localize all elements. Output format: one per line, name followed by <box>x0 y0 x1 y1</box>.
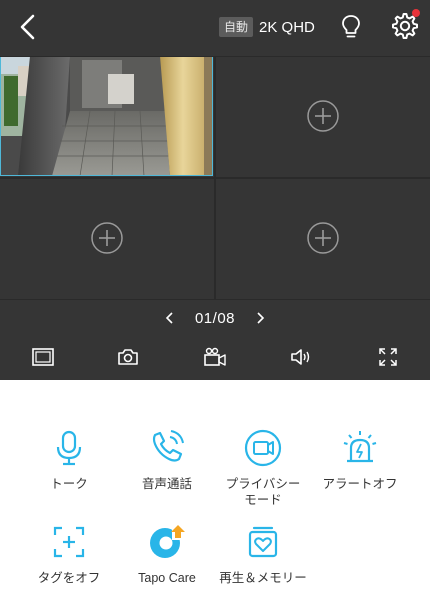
camera-snapshot <box>0 56 213 176</box>
fullscreen-icon <box>379 348 397 366</box>
add-camera-icon[interactable] <box>307 100 339 132</box>
quality-mode-badge: 自動 <box>219 17 254 37</box>
microphone-icon <box>56 430 82 466</box>
voice-call-label: 音声通話 <box>141 477 192 491</box>
camera-slot-4 <box>216 179 430 300</box>
fullscreen-button[interactable] <box>374 343 402 371</box>
live-toolbar <box>0 343 430 371</box>
memories-heart-icon <box>248 526 278 558</box>
tapo-care-icon <box>150 525 186 558</box>
siren-icon <box>343 431 377 463</box>
video-record-icon <box>204 347 226 366</box>
back-button[interactable] <box>14 12 42 42</box>
playback-memories-label: 再生＆メモリー <box>219 571 307 585</box>
page-navigator: 01/08 <box>0 307 430 329</box>
camera-slot-3 <box>0 179 214 300</box>
add-camera-icon[interactable] <box>307 222 339 254</box>
quality-label: 2K QHD <box>259 18 315 36</box>
talk-label: トーク <box>50 477 88 491</box>
quality-selector[interactable]: 自動 2K QHD <box>219 15 315 39</box>
camera-grid <box>0 56 430 300</box>
volume-button[interactable] <box>288 343 316 371</box>
divider <box>0 299 430 300</box>
camera-slot-2 <box>216 56 430 177</box>
notification-dot <box>412 9 420 17</box>
camera-feed-1[interactable] <box>0 56 213 176</box>
privacy-camera-icon <box>244 429 282 467</box>
single-view-icon <box>32 348 54 366</box>
add-camera-icon[interactable] <box>91 222 123 254</box>
playback-memories-button[interactable]: 再生＆メモリー <box>213 522 313 586</box>
snapshot-button[interactable] <box>114 343 142 371</box>
light-button[interactable] <box>338 13 364 41</box>
tapo-care-label: Tapo Care <box>138 571 196 585</box>
voice-call-button[interactable]: 音声通話 <box>117 428 217 492</box>
chevron-left-icon <box>165 312 173 324</box>
page-indicator: 01/08 <box>194 309 236 327</box>
chevron-right-icon <box>257 312 265 324</box>
speaker-icon <box>291 349 310 365</box>
alarm-off-label: アラートオフ <box>322 477 398 491</box>
camera-icon <box>118 349 138 365</box>
tag-off-label: タグをオフ <box>37 571 101 585</box>
privacy-mode-button[interactable]: プライバシー モード <box>213 428 313 508</box>
record-button[interactable] <box>201 343 229 371</box>
tag-off-button[interactable]: タグをオフ <box>19 522 119 586</box>
top-bar: 自動 2K QHD <box>0 0 430 56</box>
target-frame-icon <box>53 526 85 558</box>
alarm-off-button[interactable]: アラートオフ <box>310 428 410 492</box>
prev-page-button[interactable] <box>159 307 181 329</box>
next-page-button[interactable] <box>249 307 271 329</box>
chevron-left-icon <box>20 14 35 40</box>
layout-button[interactable] <box>29 343 57 371</box>
phone-call-icon <box>152 430 184 462</box>
divider <box>0 177 430 179</box>
tapo-care-button[interactable]: Tapo Care <box>117 522 217 586</box>
privacy-mode-label: プライバシー モード <box>225 477 301 507</box>
talk-button[interactable]: トーク <box>19 428 119 492</box>
lightbulb-icon <box>342 15 360 38</box>
